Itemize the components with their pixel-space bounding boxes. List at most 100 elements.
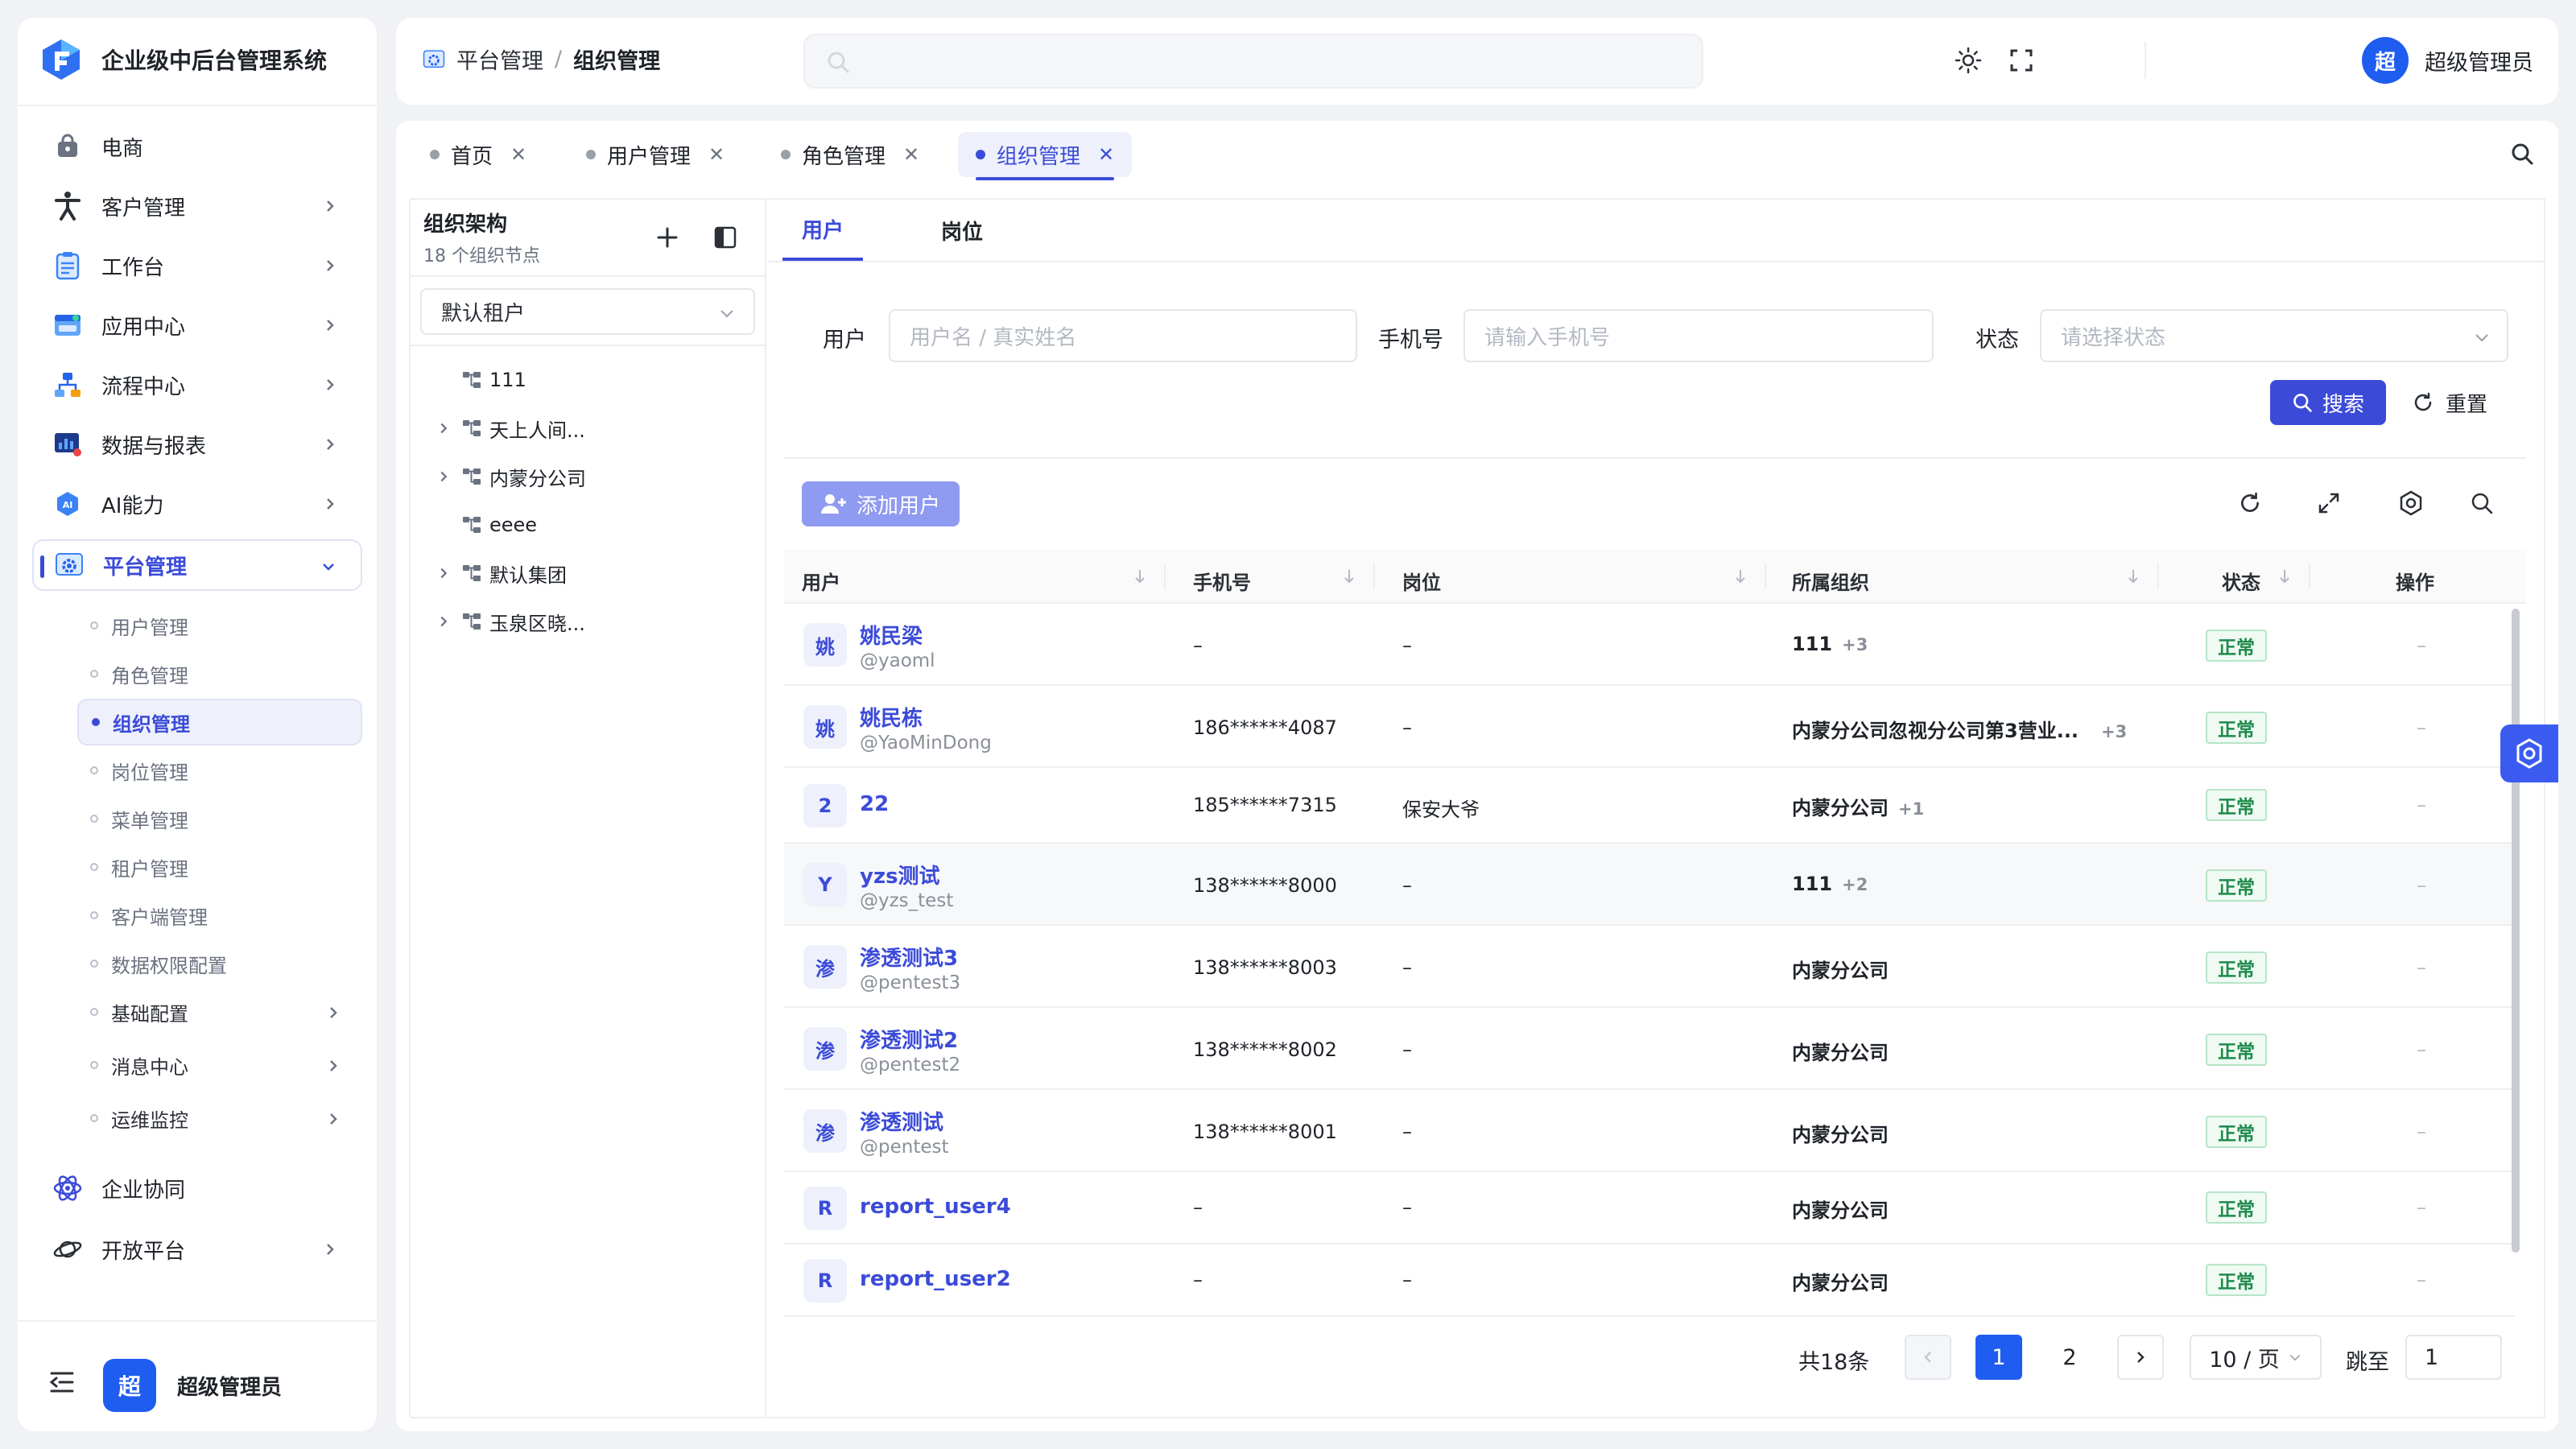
sort-icon[interactable] (1132, 568, 1148, 584)
chevron-right-icon[interactable] (431, 469, 456, 484)
tab-role-mgmt[interactable]: 角色管理 ✕ (763, 132, 937, 177)
user-name-link[interactable]: 姚民梁 (860, 620, 923, 650)
page-size-select[interactable]: 10 / 页 (2190, 1335, 2322, 1380)
user-name-link[interactable]: report_user4 (860, 1195, 1011, 1219)
search-button[interactable]: 搜索 (2270, 380, 2386, 425)
search-icon[interactable] (2470, 491, 2494, 515)
table-row[interactable]: 渗 渗透测试3 @pentest3 138******8003 – 内蒙分公司 … (784, 926, 2515, 1008)
submenu-item-tenant-mgmt[interactable]: 租户管理 (77, 844, 362, 890)
theme-toggle-sun-icon[interactable] (1955, 47, 1982, 74)
menu-item-ai[interactable]: AI AI能力 (32, 478, 362, 530)
user-name-link[interactable]: 渗透测试 (860, 1106, 943, 1136)
refresh-icon[interactable] (2238, 491, 2262, 515)
sort-icon[interactable] (1341, 568, 1357, 584)
user-name-link[interactable]: 渗透测试2 (860, 1024, 958, 1054)
tree-node[interactable]: eeee (431, 509, 537, 541)
tab-search-icon[interactable] (2510, 142, 2534, 166)
tenant-select[interactable]: 默认租户 (420, 288, 755, 335)
header-user[interactable]: 超 超级管理员 (2362, 37, 2533, 84)
column-header-user[interactable]: 用户 (802, 567, 840, 595)
breadcrumb-item[interactable]: 平台管理 (456, 43, 543, 75)
menu-item-flow-center[interactable]: 流程中心 (32, 359, 362, 411)
settings-icon[interactable] (2397, 489, 2425, 517)
submenu-item-org-mgmt[interactable]: 组织管理 (77, 699, 362, 745)
org-more-count[interactable]: +2 (1842, 875, 1868, 894)
submenu-item-role-mgmt[interactable]: 角色管理 (77, 650, 362, 697)
org-more-count[interactable]: +1 (1898, 799, 1924, 819)
jump-page-input[interactable]: 1 (2405, 1335, 2502, 1380)
tree-node[interactable]: 111 (431, 364, 526, 396)
user-name-link[interactable]: report_user2 (860, 1267, 1011, 1291)
column-header-status[interactable]: 状态 (2222, 567, 2260, 595)
submenu-item-data-permission[interactable]: 数据权限配置 (77, 940, 362, 987)
org-more-count[interactable]: +3 (2101, 722, 2127, 741)
table-row[interactable]: R report_user2 – – 内蒙分公司 正常 – (784, 1245, 2515, 1317)
column-header-phone[interactable]: 手机号 (1193, 567, 1251, 595)
table-row[interactable]: R report_user4 – – 内蒙分公司 正常 – (784, 1172, 2515, 1245)
org-more-count[interactable]: +3 (1842, 635, 1868, 654)
user-name-link[interactable]: 姚民栋 (860, 702, 923, 732)
submenu-item-message-center[interactable]: 消息中心 (77, 1042, 362, 1088)
column-header-org[interactable]: 所属组织 (1792, 567, 1869, 595)
fullscreen-icon[interactable] (2009, 48, 2033, 72)
submenu-item-post-mgmt[interactable]: 岗位管理 (77, 747, 362, 794)
collapse-panel-icon[interactable] (713, 225, 737, 250)
floating-settings-button[interactable] (2500, 724, 2558, 782)
submenu-item-client-mgmt[interactable]: 客户端管理 (77, 892, 362, 939)
tree-node[interactable]: 天上人间... (431, 412, 585, 444)
sort-icon[interactable] (1732, 568, 1748, 584)
table-row[interactable]: 渗 渗透测试 @pentest 138******8001 – 内蒙分公司 正常… (784, 1090, 2515, 1172)
pagination-page-1[interactable]: 1 (1975, 1335, 2022, 1380)
expand-icon[interactable] (2317, 491, 2341, 515)
sidebar-user[interactable]: 超 超级管理员 (103, 1359, 282, 1412)
tree-node[interactable]: 内蒙分公司 (431, 460, 586, 493)
menu-item-platform[interactable]: 平台管理 (32, 539, 362, 591)
chevron-right-icon[interactable] (431, 566, 456, 580)
menu-item-customer[interactable]: 客户管理 (32, 180, 362, 232)
status-select[interactable]: 请选择状态 (2040, 309, 2508, 362)
user-name-link[interactable]: 渗透测试3 (860, 942, 958, 972)
submenu-item-menu-mgmt[interactable]: 菜单管理 (77, 795, 362, 842)
table-row[interactable]: 2 22 185******7315 保安大爷 内蒙分公司 +1 正常 – (784, 768, 2515, 844)
table-scrollbar[interactable] (2512, 609, 2520, 1253)
submenu-item-basic-config[interactable]: 基础配置 (77, 989, 362, 1035)
global-search-input[interactable] (803, 34, 1703, 89)
close-icon[interactable]: ✕ (1098, 143, 1114, 166)
table-row[interactable]: 姚 姚民栋 @YaoMinDong 186******4087 – 内蒙分公司忽… (784, 686, 2515, 768)
menu-item-workbench[interactable]: 工作台 (32, 240, 362, 291)
user-name-link[interactable]: yzs测试 (860, 860, 940, 890)
pagination-next-button[interactable] (2117, 1335, 2164, 1380)
tab-user-mgmt[interactable]: 用户管理 ✕ (568, 132, 742, 177)
main-tab-user[interactable]: 用户 (782, 200, 863, 261)
chevron-right-icon[interactable] (431, 421, 456, 436)
tab-home[interactable]: 首页 ✕ (412, 132, 544, 177)
menu-item-data-report[interactable]: 数据与报表 (32, 419, 362, 470)
sort-icon[interactable] (2277, 568, 2293, 584)
add-user-button[interactable]: 添加用户 (802, 481, 960, 526)
tree-node[interactable]: 玉泉区晓... (431, 605, 585, 638)
tab-org-mgmt[interactable]: 组织管理 ✕ (958, 132, 1133, 180)
user-search-input[interactable]: 用户名 / 真实姓名 (889, 309, 1357, 362)
menu-item-ecommerce[interactable]: 电商 (32, 121, 362, 172)
tree-node[interactable]: 默认集团 (431, 557, 567, 589)
chevron-right-icon[interactable] (431, 614, 456, 629)
main-tab-post[interactable]: 岗位 (926, 200, 998, 261)
submenu-item-ops-monitor[interactable]: 运维监控 (77, 1095, 362, 1141)
menu-item-open-platform[interactable]: 开放平台 (32, 1224, 362, 1275)
menu-item-app-center[interactable]: 应用中心 (32, 299, 362, 351)
menu-item-collab[interactable]: 企业协同 (32, 1162, 362, 1214)
table-row[interactable]: 渗 渗透测试2 @pentest2 138******8002 – 内蒙分公司 … (784, 1008, 2515, 1090)
collapse-menu-icon[interactable] (48, 1370, 76, 1394)
table-row[interactable]: Y yzs测试 @yzs_test 138******8000 – 111 +2 … (784, 844, 2515, 926)
user-name-link[interactable]: 22 (860, 792, 889, 816)
close-icon[interactable]: ✕ (903, 143, 919, 166)
add-icon[interactable] (655, 225, 679, 250)
pagination-page-2[interactable]: 2 (2046, 1335, 2093, 1380)
reset-button[interactable]: 重置 (2412, 380, 2487, 425)
sort-icon[interactable] (2125, 568, 2141, 584)
submenu-item-user-mgmt[interactable]: 用户管理 (77, 602, 362, 649)
pagination-prev-button[interactable] (1905, 1335, 1951, 1380)
close-icon[interactable]: ✕ (708, 143, 724, 166)
phone-search-input[interactable]: 请输入手机号 (1463, 309, 1934, 362)
close-icon[interactable]: ✕ (510, 143, 526, 166)
